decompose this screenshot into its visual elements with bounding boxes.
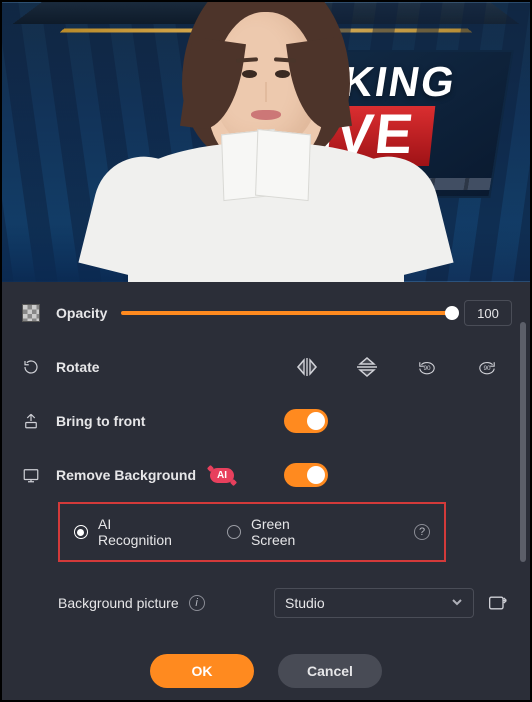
rotate-icon <box>20 358 42 376</box>
radio-ai-recognition[interactable]: AI Recognition <box>74 516 189 548</box>
radio-green-screen[interactable]: Green Screen <box>227 516 338 548</box>
remove-background-row: Remove Background AI <box>20 448 512 502</box>
rotate-label: Rotate <box>56 359 100 375</box>
radio-dot-icon <box>227 525 241 539</box>
remove-background-toggle[interactable] <box>284 463 328 487</box>
help-icon[interactable]: ? <box>414 524 430 540</box>
remove-background-icon <box>20 466 42 484</box>
opacity-slider[interactable] <box>121 311 452 315</box>
background-picture-value: Studio <box>285 595 325 611</box>
controls-panel: Opacity 100 Rotate 90 90 <box>4 282 528 700</box>
cancel-button[interactable]: Cancel <box>278 654 382 688</box>
background-picture-select[interactable]: Studio <box>274 588 474 618</box>
bring-to-front-icon <box>20 412 42 430</box>
opacity-label: Opacity <box>56 305 107 321</box>
rotate-right-90-icon[interactable]: 90 <box>474 357 500 377</box>
opacity-slider-thumb[interactable] <box>445 306 459 320</box>
radio-green-screen-label: Green Screen <box>251 516 338 548</box>
remove-background-label: Remove Background <box>56 467 196 483</box>
open-folder-icon[interactable] <box>484 589 512 617</box>
flip-vertical-icon[interactable] <box>354 357 380 377</box>
radio-ai-recognition-label: AI Recognition <box>98 516 189 548</box>
footer-buttons: OK Cancel <box>20 654 512 688</box>
rotate-left-90-icon[interactable]: 90 <box>414 357 440 377</box>
info-icon[interactable]: i <box>189 595 205 611</box>
bring-to-front-row: Bring to front <box>20 394 512 448</box>
svg-text:90: 90 <box>483 365 491 372</box>
svg-text:90: 90 <box>423 365 431 372</box>
flip-horizontal-icon[interactable] <box>294 357 320 377</box>
bring-to-front-label: Bring to front <box>56 413 145 429</box>
opacity-row: Opacity 100 <box>20 286 512 340</box>
chevron-down-icon <box>451 595 463 611</box>
preview-area: EAKING IVE <box>2 2 530 282</box>
presenter <box>116 22 416 282</box>
opacity-icon <box>20 304 42 322</box>
radio-dot-icon <box>74 525 88 539</box>
ok-button[interactable]: OK <box>150 654 254 688</box>
rotate-row: Rotate 90 90 <box>20 340 512 394</box>
panel-scrollbar[interactable] <box>520 302 526 642</box>
background-picture-label: Background picture <box>58 595 179 611</box>
bg-method-group: AI Recognition Green Screen ? <box>58 502 446 562</box>
background-picture-row: Background picture i Studio <box>58 576 512 630</box>
scrollbar-thumb[interactable] <box>520 322 526 562</box>
bring-to-front-toggle[interactable] <box>284 409 328 433</box>
opacity-value[interactable]: 100 <box>464 300 512 326</box>
ai-badge: AI <box>210 468 234 483</box>
